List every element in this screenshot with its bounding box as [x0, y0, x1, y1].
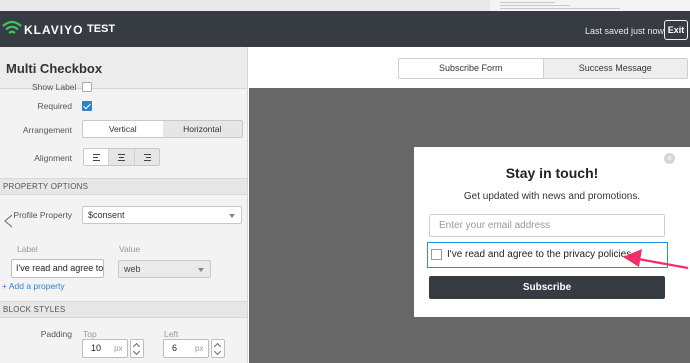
value-column-header: Value [119, 244, 141, 254]
padding-label: Padding [40, 329, 72, 339]
popup-title: Stay in touch! [505, 165, 599, 181]
arrangement-horizontal[interactable]: Horizontal [162, 121, 242, 137]
background-document-edge [490, 0, 690, 11]
wifi-logo-icon [2, 20, 22, 34]
property-options-header: PROPERTY OPTIONS [0, 178, 247, 195]
preview-tabs: Subscribe Form Success Message [398, 58, 688, 79]
alignment-label: Alignment [34, 153, 72, 163]
align-left-icon[interactable] [84, 149, 110, 165]
app-header: KLAVIYO TEST Last saved just now Exit [0, 11, 690, 47]
padding-top-stepper[interactable] [130, 339, 144, 358]
klaviyo-logo[interactable]: KLAVIYO [2, 20, 82, 38]
padding-left-unit: px [195, 344, 204, 353]
tab-success-message[interactable]: Success Message [544, 59, 688, 78]
block-styles-header: BLOCK STYLES [0, 301, 247, 318]
align-center-icon[interactable] [109, 149, 135, 165]
panel-title: Multi Checkbox [6, 61, 103, 76]
align-right-icon[interactable] [135, 149, 159, 165]
padding-top-unit: px [114, 344, 123, 353]
profile-property-label: Profile Property [13, 210, 72, 220]
subscribe-button[interactable]: Subscribe [429, 276, 665, 299]
email-field[interactable]: Enter your email address [429, 214, 665, 237]
show-label-checkbox[interactable] [82, 82, 92, 92]
consent-checkbox[interactable] [431, 249, 442, 260]
required-label: Required [37, 101, 73, 111]
arrangement-vertical[interactable]: Vertical [83, 121, 163, 137]
exit-button[interactable]: Exit [664, 20, 688, 40]
consent-label: I've read and agree to the privacy polic… [447, 249, 632, 260]
account-name: TEST [87, 23, 116, 35]
arrangement-toggle: Vertical Horizontal [82, 120, 243, 138]
padding-left-stepper[interactable] [211, 339, 225, 358]
alignment-toggle [83, 148, 160, 166]
save-status: Last saved just now [585, 26, 665, 36]
properties-panel: Multi Checkbox Show Label Required Arran… [0, 47, 248, 363]
popup-subtitle: Get updated with news and promotions. [463, 191, 641, 202]
option-label-input[interactable]: I've read and agree to [11, 259, 104, 278]
profile-property-select[interactable]: $consent [82, 206, 242, 224]
logo-text: KLAVIYO [24, 23, 84, 37]
browser-top-strip [0, 0, 690, 11]
padding-left-label: Left [164, 329, 179, 339]
required-checkbox[interactable] [82, 101, 92, 111]
label-column-header: Label [17, 244, 38, 254]
padding-top-label: Top [83, 329, 97, 339]
add-property-link[interactable]: + Add a property [2, 281, 65, 291]
tab-subscribe-form[interactable]: Subscribe Form [399, 59, 544, 78]
annotation-arrow-icon [623, 249, 689, 270]
arrangement-label: Arrangement [22, 125, 72, 135]
option-value-select[interactable]: web [118, 260, 211, 278]
show-label-label: Show Label [32, 82, 77, 92]
close-icon[interactable]: × [664, 153, 675, 164]
